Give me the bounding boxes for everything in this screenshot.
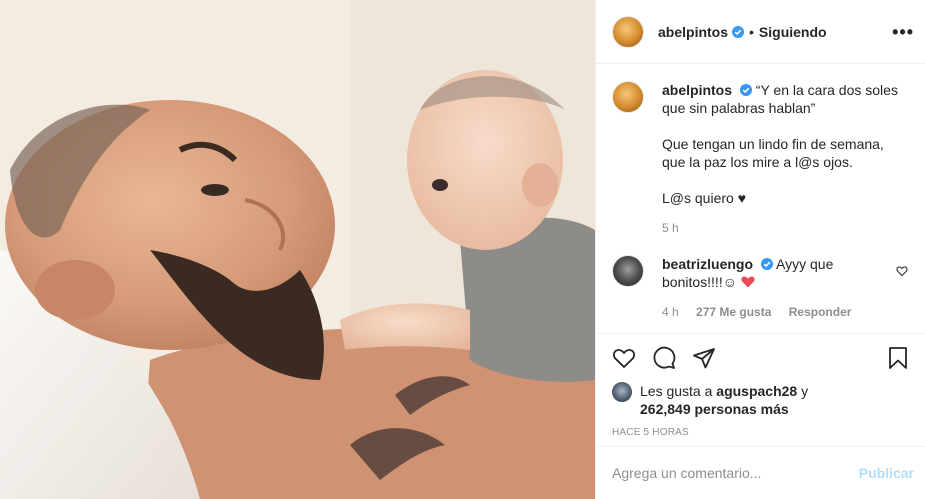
comments-section: abelpintos “Y en la cara dos soles que s… — [596, 65, 925, 330]
verified-badge-icon — [760, 258, 773, 270]
commenter-username[interactable]: beatrizluengo — [662, 256, 753, 272]
post-sidebar: abelpintos • Siguiendo ••• abelpintos “Y… — [595, 0, 925, 499]
more-options-icon[interactable]: ••• — [892, 22, 914, 43]
liker-avatar[interactable] — [612, 382, 632, 402]
comment-text: Ayyy que — [776, 256, 834, 272]
bookmark-icon[interactable] — [886, 346, 910, 370]
comment-bubble-icon[interactable] — [652, 346, 676, 370]
share-send-icon[interactable] — [692, 346, 716, 370]
likes-count[interactable]: 262,849 personas más — [640, 401, 789, 417]
comment-likes[interactable]: 277 Me gusta — [696, 305, 771, 319]
photo-illustration — [0, 0, 595, 499]
caption-text-line: que la paz los mire a l@s ojos. — [662, 154, 853, 170]
comment-time[interactable]: 4 h — [662, 305, 679, 319]
comment-item: beatrizluengo Ayyy que bonitos!!!!☺ 4 h … — [612, 255, 910, 321]
likes-summary: Les gusta a aguspach28 y 262,849 persona… — [612, 382, 910, 418]
caption: abelpintos “Y en la cara dos soles que s… — [612, 81, 910, 237]
post-header: abelpintos • Siguiendo ••• — [596, 0, 925, 64]
caption-first-line: abelpintos “Y en la cara dos soles — [662, 81, 902, 99]
caption-text-line: L@s quiero ♥ — [662, 190, 747, 206]
caption-author-username[interactable]: abelpintos — [662, 82, 732, 98]
comment-text: bonitos!!!!☺ — [662, 274, 737, 290]
follow-status-button[interactable]: Siguiendo — [759, 24, 827, 40]
author-avatar[interactable] — [612, 15, 644, 48]
caption-text-line: “Y en la cara dos soles — [755, 82, 898, 98]
likes-conj: y — [801, 383, 809, 399]
comment-first-line: beatrizluengo Ayyy que — [662, 255, 902, 273]
separator-dot: • — [749, 23, 754, 40]
commenter-avatar[interactable] — [612, 255, 644, 287]
add-comment-bar: Agrega un comentario... Publicar — [596, 446, 925, 499]
action-icons — [612, 334, 910, 382]
post-timestamp[interactable]: HACE 5 HORAS — [612, 427, 910, 438]
caption-text-line: Que tengan un lindo fin de semana, — [662, 136, 884, 152]
comment-body: beatrizluengo Ayyy que bonitos!!!!☺ 4 h … — [662, 255, 902, 321]
post-photo[interactable] — [0, 0, 595, 499]
caption-text-line: que sin palabras hablan” — [662, 100, 816, 116]
post-actions: Les gusta a aguspach28 y 262,849 persona… — [596, 333, 925, 445]
comment-meta: 4 h 277 Me gusta Responder — [662, 303, 902, 321]
publish-button[interactable]: Publicar — [859, 465, 914, 481]
caption-meta: 5 h — [662, 219, 902, 237]
liker-username[interactable]: aguspach28 — [716, 383, 797, 399]
caption-body: abelpintos “Y en la cara dos soles que s… — [662, 81, 902, 237]
comment-input[interactable]: Agrega un comentario... — [612, 465, 761, 481]
verified-badge-icon — [739, 84, 752, 96]
likes-text: Les gusta a aguspach28 y 262,849 persona… — [640, 382, 808, 418]
reply-button[interactable]: Responder — [789, 305, 852, 319]
comment-second-line: bonitos!!!!☺ — [662, 273, 902, 291]
caption-time[interactable]: 5 h — [662, 221, 679, 235]
like-heart-icon[interactable] — [612, 346, 636, 370]
verified-badge-icon — [732, 25, 745, 38]
author-username[interactable]: abelpintos — [658, 24, 728, 40]
red-heart-emoji-icon — [741, 276, 755, 288]
caption-author-avatar[interactable] — [612, 81, 644, 113]
like-comment-heart-icon[interactable] — [896, 265, 908, 277]
likes-prefix: Les gusta a — [640, 383, 713, 399]
